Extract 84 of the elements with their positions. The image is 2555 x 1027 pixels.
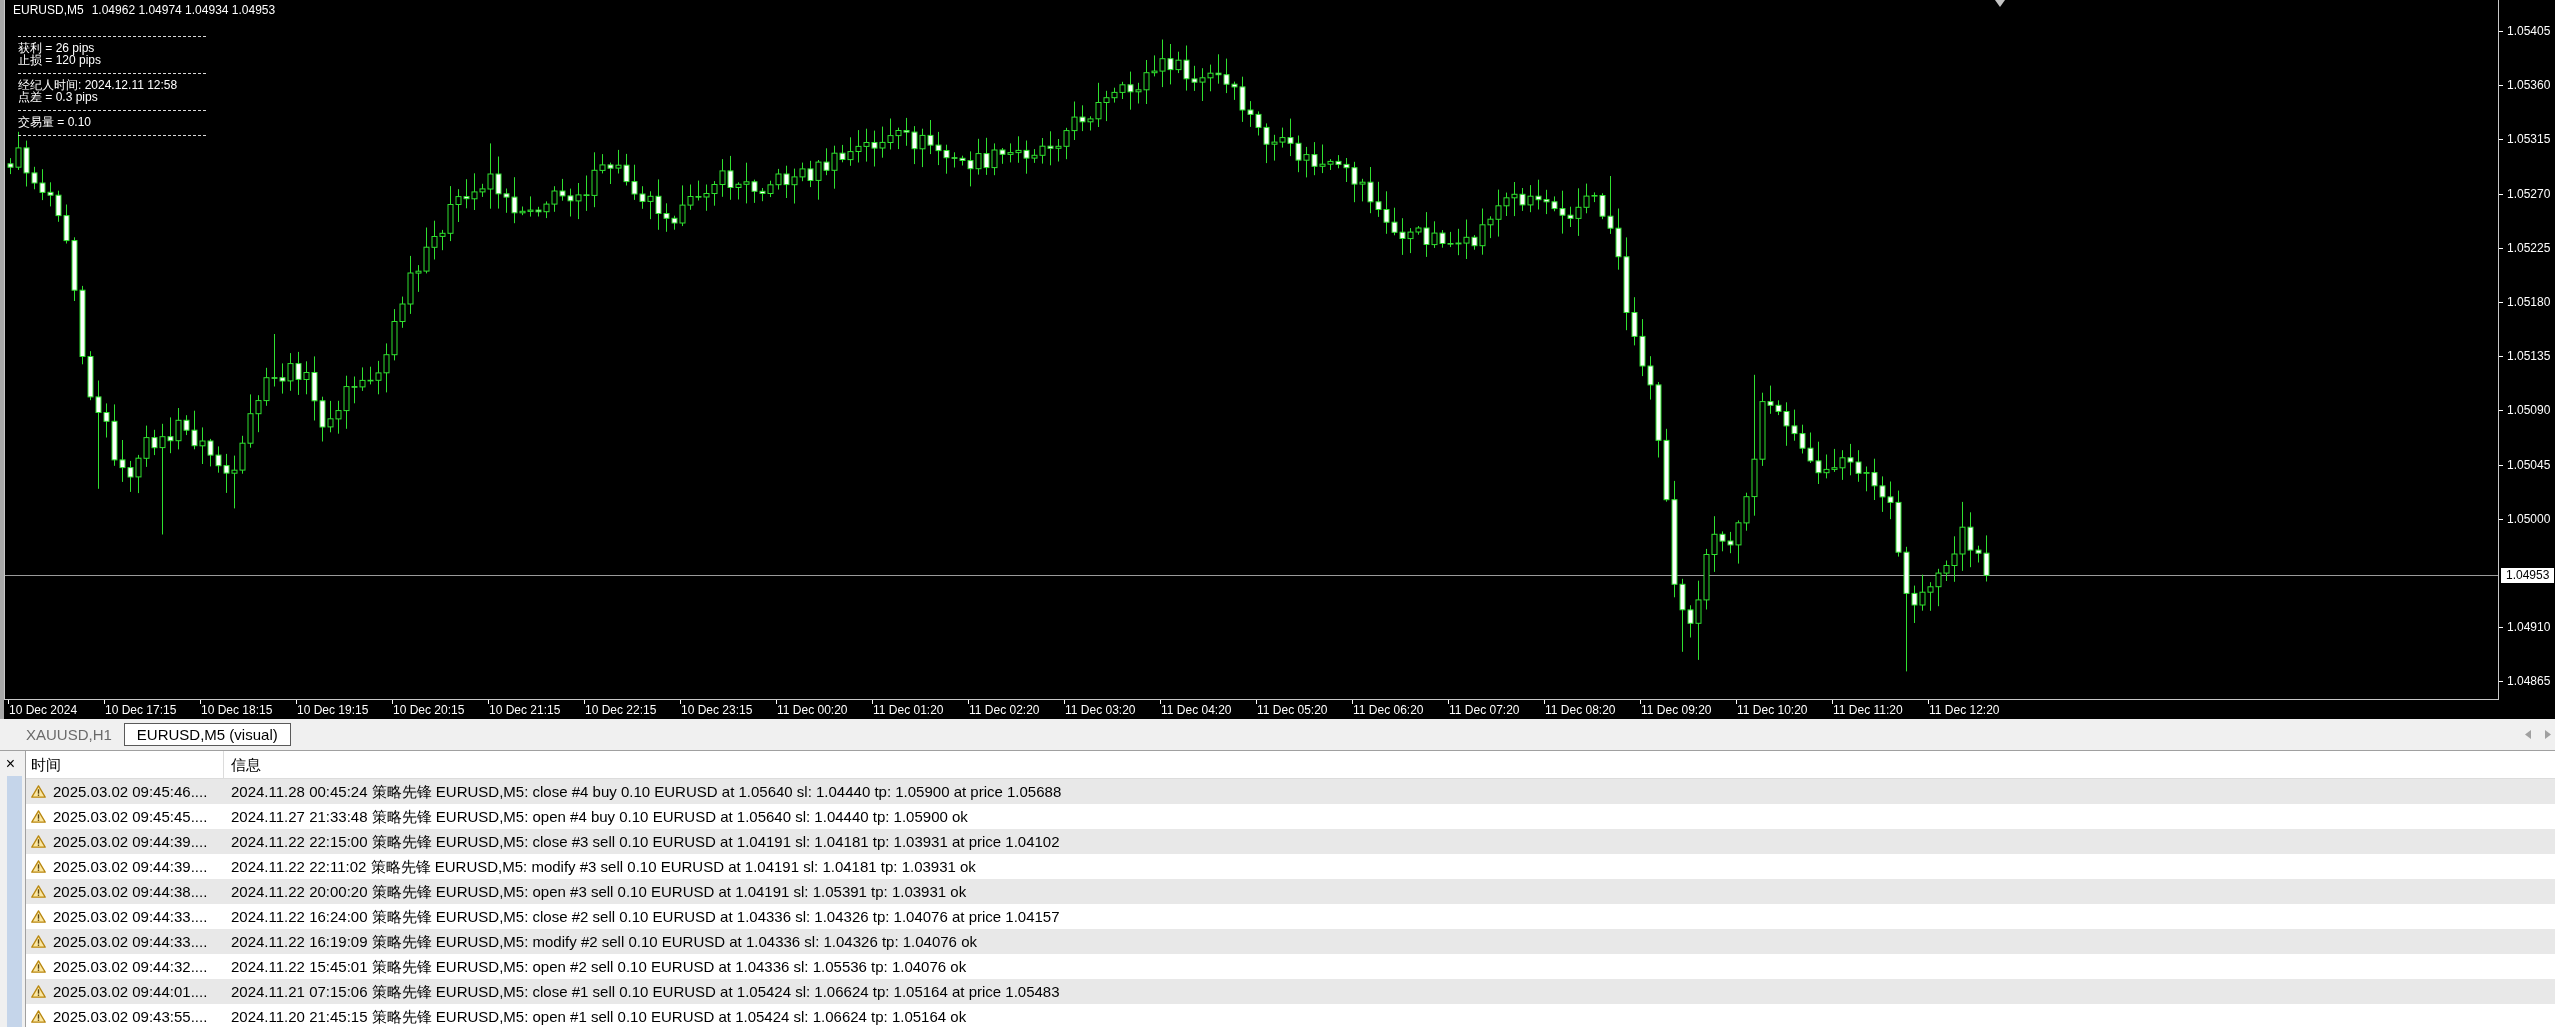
price-label: 1.05360 (2507, 78, 2551, 92)
time-label: 11 Dec 12:20 (1929, 703, 2000, 717)
time-label: 11 Dec 02:20 (969, 703, 1040, 717)
price-label: 1.05090 (2507, 403, 2551, 417)
time-label: 10 Dec 2024 (9, 703, 78, 717)
price-label: 1.05135 (2507, 349, 2551, 363)
log-row[interactable]: 2025.03.02 09:44:39.... 2024.11.22 22:15:00 策略先锋 EURUSD,M5: close #3 sell 0.10 EURUSD at 1.04191 sl: 1.04181 tp: 1.03931 at price 1.04102 (26, 829, 2555, 854)
time-label: 10 Dec 19:15 (297, 703, 369, 717)
time-label: 10 Dec 22:15 (585, 703, 657, 717)
info-line: 获利 = 26 pips (18, 42, 96, 54)
tab[interactable]: EURUSD,M5 (visual) (123, 723, 291, 746)
warning-icon (31, 1010, 46, 1023)
log-time: 2025.03.02 09:44:39.... (53, 857, 208, 877)
log-message: 2024.11.22 22:15:00 策略先锋 EURUSD,M5: close #3 sell 0.10 EURUSD at 1.04191 sl: 1.04181 tp: 1.03931 at price 1.04102 (230, 832, 1060, 852)
time-label: 11 Dec 07:20 (1449, 703, 1520, 717)
info-line: 点差 = 0.3 pips (18, 91, 99, 103)
price-label: 1.05270 (2507, 187, 2551, 201)
log-message: 2024.11.28 00:45:24 策略先锋 EURUSD,M5: close #4 buy 0.10 EURUSD at 1.05640 sl: 1.04440 tp: 1.05900 at price 1.05688 (230, 782, 1062, 802)
price-label: 1.05045 (2507, 458, 2551, 472)
down-triangle-icon[interactable] (1995, 0, 2005, 7)
time-label: 10 Dec 23:15 (681, 703, 753, 717)
warning-icon (31, 985, 46, 998)
time-label: 11 Dec 06:20 (1353, 703, 1424, 717)
log-message: 2024.11.20 21:45:15 策略先锋 EURUSD,M5: open #1 sell 0.10 EURUSD at 1.05424 sl: 1.06624 tp: 1.05164 ok (230, 1007, 967, 1027)
time-label: 10 Dec 18:15 (201, 703, 273, 717)
time-label: 11 Dec 01:20 (873, 703, 944, 717)
warning-icon (31, 935, 46, 948)
info-line: 交易量 = 0.10 (18, 116, 93, 128)
warning-icon (31, 960, 46, 973)
price-label: 1.05180 (2507, 295, 2551, 309)
log-time: 2025.03.02 09:44:39.... (53, 832, 208, 852)
info-line: 止损 = 120 pips (18, 54, 103, 66)
log-message: 2024.11.22 15:45:01 策略先锋 EURUSD,M5: open #2 sell 0.10 EURUSD at 1.04336 sl: 1.05536 tp: 1.04076 ok (230, 957, 967, 977)
time-label: 11 Dec 09:20 (1641, 703, 1712, 717)
warning-icon (31, 860, 46, 873)
warning-icon (31, 835, 46, 848)
log-row[interactable]: 2025.03.02 09:44:01.... 2024.11.21 07:15:06 策略先锋 EURUSD,M5: close #1 sell 0.10 EURUSD at 1.05424 sl: 1.06624 tp: 1.05164 at price 1.05483 (26, 979, 2555, 1004)
current-price-label: 1.04953 (2501, 568, 2555, 583)
column-header[interactable]: 时间 (26, 751, 224, 778)
price-label: 1.04865 (2507, 674, 2551, 688)
log-message: 2024.11.27 21:33:48 策略先锋 EURUSD,M5: open #4 buy 0.10 EURUSD at 1.05640 sl: 1.04440 tp: 1.05900 ok (230, 807, 968, 827)
log-message: 2024.11.22 16:24:00 策略先锋 EURUSD,M5: close #2 sell 0.10 EURUSD at 1.04336 sl: 1.04326 tp: 1.04076 at price 1.04157 (230, 907, 1060, 927)
log-time: 2025.03.02 09:43:55.... (53, 1007, 208, 1027)
log-row[interactable]: 2025.03.02 09:44:38.... 2024.11.22 20:00:20 策略先锋 EURUSD,M5: open #3 sell 0.10 EURUSD at 1.04191 sl: 1.05391 tp: 1.03931 ok (26, 879, 2555, 904)
log-time: 2025.03.02 09:44:01.... (53, 982, 208, 1002)
log-message: 2024.11.22 20:00:20 策略先锋 EURUSD,M5: open #3 sell 0.10 EURUSD at 1.04191 sl: 1.05391 tp: 1.03931 ok (230, 882, 967, 902)
time-label: 10 Dec 20:15 (393, 703, 465, 717)
price-label: 1.05315 (2507, 132, 2551, 146)
time-label: 11 Dec 11:20 (1833, 703, 1903, 717)
warning-icon (31, 885, 46, 898)
log-time: 2025.03.02 09:45:46.... (53, 782, 208, 802)
price-label: 1.05225 (2507, 241, 2551, 255)
log-message: 2024.11.21 07:15:06 策略先锋 EURUSD,M5: close #1 sell 0.10 EURUSD at 1.05424 sl: 1.06624 tp: 1.05164 at price 1.05483 (230, 982, 1060, 1002)
scroll-right-icon[interactable] (2545, 730, 2551, 739)
scroll-left-icon[interactable] (2525, 730, 2531, 739)
time-label: 10 Dec 21:15 (489, 703, 561, 717)
ohlc-values: 1.04962 1.04974 1.04934 1.04953 (91, 3, 276, 17)
log-time: 2025.03.02 09:44:33.... (53, 907, 208, 927)
warning-icon (31, 910, 46, 923)
warning-icon (31, 810, 46, 823)
time-label: 11 Dec 08:20 (1545, 703, 1616, 717)
time-label: 11 Dec 05:20 (1257, 703, 1328, 717)
log-time: 2025.03.02 09:44:32.... (53, 957, 208, 977)
chart-symbol-label: EURUSD,M5 (13, 3, 84, 17)
log-message: 2024.11.22 16:19:09 策略先锋 EURUSD,M5: modify #2 sell 0.10 EURUSD at 1.04336 sl: 1.04326 tp: 1.04076 ok (230, 932, 977, 952)
time-label: 10 Dec 17:15 (105, 703, 177, 717)
warning-icon (31, 785, 46, 798)
close-button[interactable]: × (0, 751, 25, 776)
log-time: 2025.03.02 09:44:38.... (53, 882, 208, 902)
time-label: 11 Dec 03:20 (1065, 703, 1136, 717)
time-label: 11 Dec 04:20 (1161, 703, 1232, 717)
time-label: 11 Dec 00:20 (777, 703, 848, 717)
column-header[interactable]: 信息 (224, 751, 261, 778)
tab[interactable]: XAUUSD,H1 (14, 723, 124, 746)
price-label: 1.05405 (2507, 24, 2551, 38)
price-label: 1.04910 (2507, 620, 2551, 634)
price-label: 1.05000 (2507, 512, 2551, 526)
info-line: 经纪人时间: 2024.12.11 12:58 (18, 79, 179, 91)
log-row[interactable]: 2025.03.02 09:44:33.... 2024.11.22 16:19:09 策略先锋 EURUSD,M5: modify #2 sell 0.10 EURUSD at 1.04336 sl: 1.04326 tp: 1.04076 ok (26, 929, 2555, 954)
log-message: 2024.11.22 22:11:02 策略先锋 EURUSD,M5: modify #3 sell 0.10 EURUSD at 1.04191 sl: 1.04181 tp: 1.03931 ok (230, 857, 976, 877)
time-label: 11 Dec 10:20 (1737, 703, 1808, 717)
log-time: 2025.03.02 09:45:45.... (53, 807, 208, 827)
log-row[interactable]: 2025.03.02 09:45:46.... 2024.11.28 00:45:24 策略先锋 EURUSD,M5: close #4 buy 0.10 EURUSD at 1.05640 sl: 1.04440 tp: 1.05900 at price 1.05688 (26, 779, 2555, 804)
log-time: 2025.03.02 09:44:33.... (53, 932, 208, 952)
